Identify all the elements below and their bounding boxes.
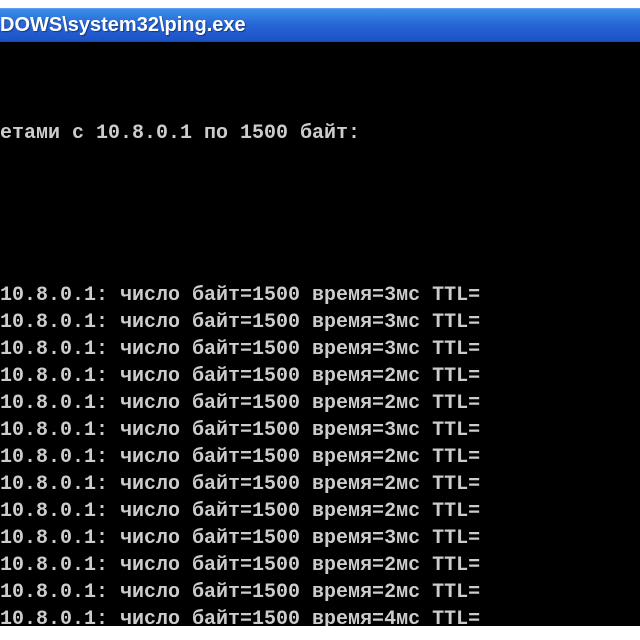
ping-header-line: етами с 10.8.0.1 по 1500 байт: bbox=[0, 120, 640, 147]
window: DOWS\system32\ping.exe етами с 10.8.0.1 … bbox=[0, 0, 640, 640]
console-output[interactable]: етами с 10.8.0.1 по 1500 байт: 10.8.0.1:… bbox=[0, 46, 640, 626]
ping-reply-line: 10.8.0.1: число байт=1500 время=3мс TTL= bbox=[0, 336, 640, 363]
ping-reply-line: 10.8.0.1: число байт=1500 время=2мс TTL= bbox=[0, 471, 640, 498]
top-blank-strip bbox=[0, 0, 640, 8]
ping-reply-line: 10.8.0.1: число байт=1500 время=2мс TTL= bbox=[0, 498, 640, 525]
ping-lines: 10.8.0.1: число байт=1500 время=3мс TTL=… bbox=[0, 282, 640, 626]
ping-reply-line: 10.8.0.1: число байт=1500 время=2мс TTL= bbox=[0, 579, 640, 606]
ping-reply-line: 10.8.0.1: число байт=1500 время=3мс TTL= bbox=[0, 282, 640, 309]
ping-reply-line: 10.8.0.1: число байт=1500 время=3мс TTL= bbox=[0, 525, 640, 552]
blank-line bbox=[0, 201, 640, 228]
ping-reply-line: 10.8.0.1: число байт=1500 время=4мс TTL= bbox=[0, 606, 640, 626]
ping-reply-line: 10.8.0.1: число байт=1500 время=3мс TTL= bbox=[0, 417, 640, 444]
title-bar[interactable]: DOWS\system32\ping.exe bbox=[0, 8, 640, 42]
ping-reply-line: 10.8.0.1: число байт=1500 время=2мс TTL= bbox=[0, 552, 640, 579]
ping-reply-line: 10.8.0.1: число байт=1500 время=3мс TTL= bbox=[0, 309, 640, 336]
ping-reply-line: 10.8.0.1: число байт=1500 время=2мс TTL= bbox=[0, 390, 640, 417]
bottom-blank-strip bbox=[0, 626, 640, 640]
window-title: DOWS\system32\ping.exe bbox=[0, 14, 246, 37]
ping-reply-line: 10.8.0.1: число байт=1500 время=2мс TTL= bbox=[0, 363, 640, 390]
ping-reply-line: 10.8.0.1: число байт=1500 время=2мс TTL= bbox=[0, 444, 640, 471]
